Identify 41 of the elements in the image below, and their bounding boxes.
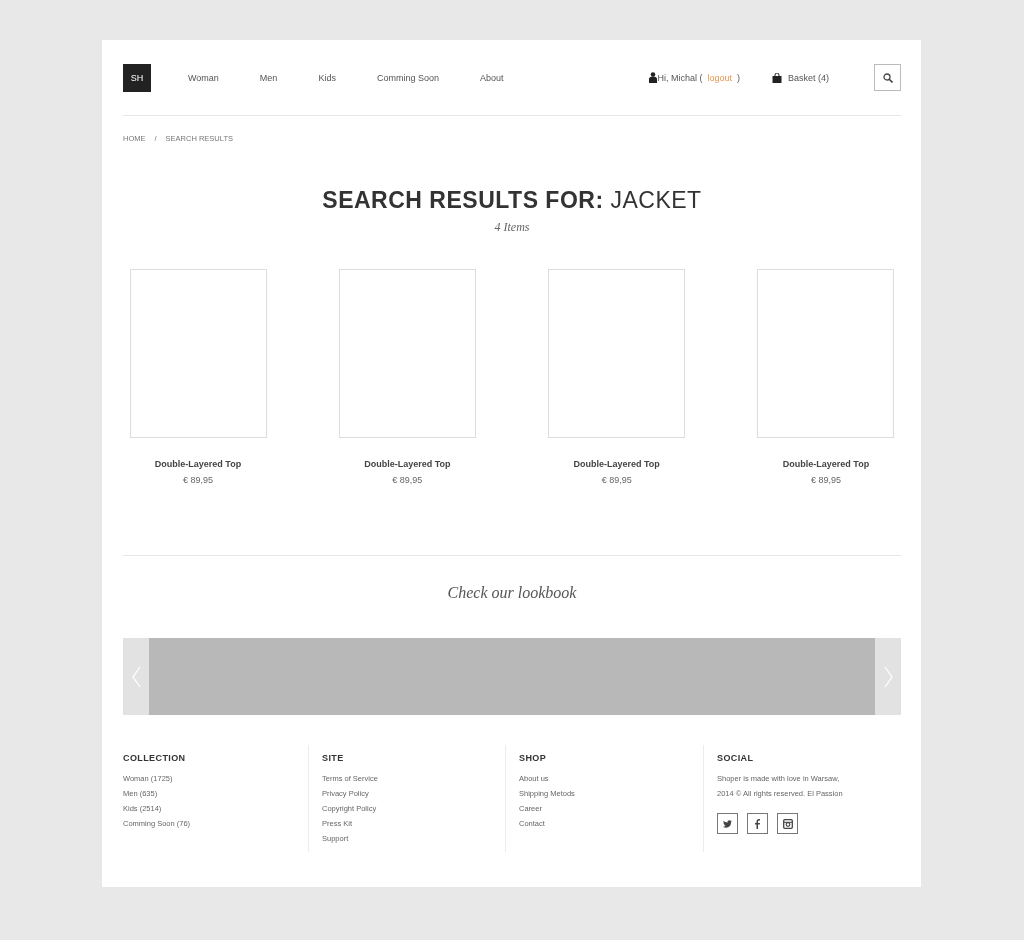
product-price: € 89,95 [392,475,423,485]
product-price: € 89,95 [183,475,213,485]
logo[interactable]: SH [123,63,151,92]
basket-link[interactable]: Basket (4) [788,72,829,83]
item-count: 4 Items [493,220,531,235]
nav-link[interactable]: Men [259,72,278,83]
product-name[interactable]: Double-Layered Top [154,459,242,469]
user-greeting: Hi, Michal ( logout ) [657,72,740,83]
facebook-icon [755,818,760,829]
nav-link[interactable]: About [479,72,504,83]
bird-icon [723,819,732,828]
product-image[interactable] [129,269,267,438]
twitter-button[interactable] [717,813,738,834]
search-icon [882,72,893,83]
previous-button[interactable] [123,638,149,715]
product-price: € 89,95 [810,475,841,485]
product-image[interactable] [757,269,895,438]
page-title: SEARCH RESULTS FOR: JACKET [321,187,703,214]
product-name[interactable]: Double-Layered Top [364,459,451,469]
footer-heading: SHOP [519,753,548,763]
bag-icon [772,72,782,83]
footer-heading: SITE [322,753,345,763]
search-button[interactable] [874,64,901,91]
product-name[interactable]: Double-Layered Top [782,459,870,469]
product-image[interactable] [548,269,686,438]
instagram-button[interactable] [777,813,798,834]
next-button[interactable] [875,638,901,715]
lookbook-title: Check our lookbook [446,584,578,602]
footer-heading: SOCIAL [717,753,755,763]
facebook-button[interactable] [747,813,768,834]
product-image[interactable] [338,269,476,438]
nav-link[interactable]: Comming Soon [376,72,439,83]
person-icon [649,72,658,83]
footer-heading: COLLECTION [123,753,187,763]
nav-link[interactable]: Kids [318,72,336,83]
nav-link[interactable]: Woman [188,72,219,83]
chevron-left-icon [131,665,141,688]
product-name[interactable]: Double-Layered Top [573,459,660,469]
product-price: € 89,95 [601,475,632,485]
chevron-right-icon [883,665,893,688]
camera-icon [782,818,793,829]
